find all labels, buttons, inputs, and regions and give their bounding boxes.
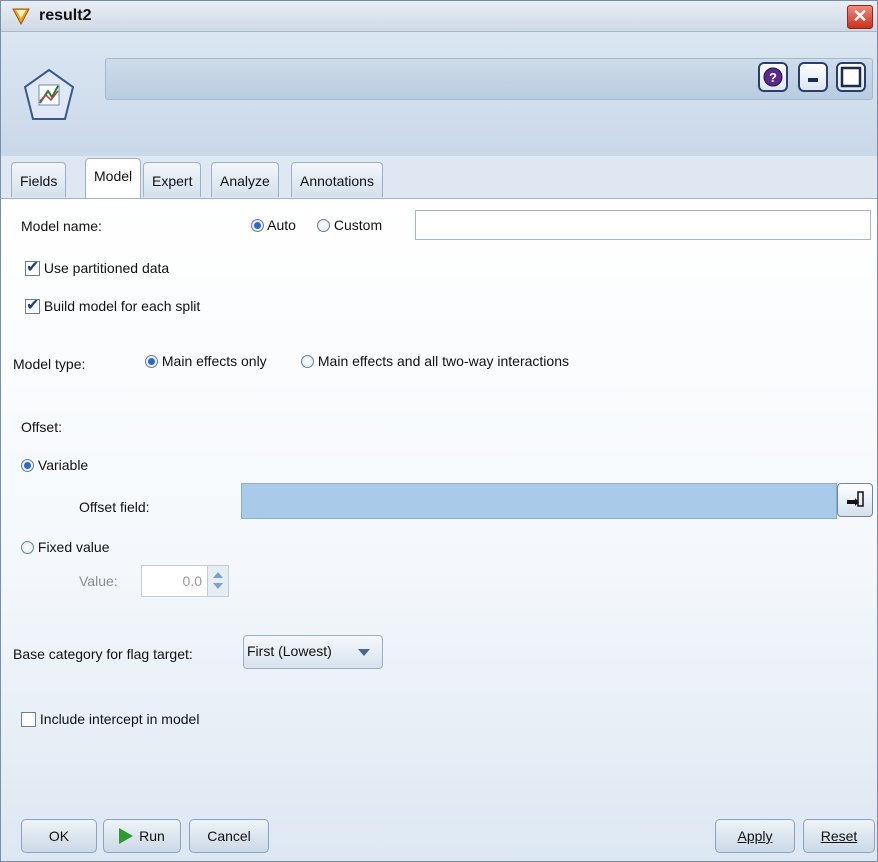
model-name-input[interactable] [415,210,871,240]
close-button[interactable]: ✕ [847,5,873,29]
include-intercept-checkbox[interactable]: Include intercept in model [21,711,199,727]
custom-label: Custom [333,217,383,233]
build-split-checkbox[interactable]: Build model for each split [25,295,201,314]
build-split-label: Build model for each split [43,298,201,314]
two-way-label: Main effects and all two-way interaction… [317,353,569,369]
chevron-down-icon [358,649,370,656]
main-effects-radio-indicator[interactable] [145,355,158,368]
cancel-button[interactable]: Cancel [189,819,269,853]
apply-button[interactable]: Apply [715,819,795,853]
close-icon: ✕ [852,6,868,26]
spinner-buttons[interactable] [207,566,228,596]
use-partitioned-label: Use partitioned data [43,260,170,276]
model-name-label: Model name: [21,218,102,234]
field-picker-button[interactable] [837,483,873,517]
model-type-label: Model type: [13,356,86,372]
auto-radio-indicator[interactable] [251,219,264,232]
main-effects-radio[interactable]: Main effects only [145,353,267,369]
help-icon: ? [763,67,783,87]
offset-label: Offset: [21,419,62,435]
minimize-icon [808,78,818,82]
fixed-value-radio[interactable]: Fixed value [21,539,109,555]
custom-radio-indicator[interactable] [317,219,330,232]
maximize-button[interactable] [836,62,866,92]
value-text: 0.0 [182,573,202,589]
auto-radio[interactable]: Auto [251,217,296,233]
include-intercept-check[interactable] [21,712,36,727]
reset-button[interactable]: Reset [803,819,875,853]
fixed-value-radio-indicator[interactable] [21,541,34,554]
base-category-label: Base category for flag target: [13,646,193,662]
auto-label: Auto [267,217,296,233]
app-icon [12,8,30,25]
play-icon [119,828,134,844]
dialog-window: result2 ✕ ? Fields Model Expert Analyze … [0,0,878,862]
maximize-icon [840,66,862,88]
tab-annotations[interactable]: Annotations [291,162,383,197]
variable-radio-indicator[interactable] [21,459,34,472]
spin-up-icon[interactable] [213,572,223,578]
window-title: result2 [39,7,92,24]
fixed-value-label: Fixed value [37,539,110,555]
base-category-value: First (Lowest) [247,643,332,659]
header-area: ? [1,32,877,156]
run-label: Run [139,828,165,844]
value-label: Value: [79,573,118,589]
use-partitioned-check[interactable] [25,257,40,276]
custom-radio[interactable]: Custom [317,217,382,233]
include-intercept-label: Include intercept in model [39,711,200,727]
variable-label: Variable [37,457,89,473]
offset-field-label: Offset field: [79,499,150,515]
help-button[interactable]: ? [758,62,788,92]
main-effects-label: Main effects only [161,353,267,369]
run-button[interactable]: Run [103,819,181,853]
svg-text:?: ? [769,70,777,85]
spin-down-icon[interactable] [213,583,223,589]
ok-button[interactable]: OK [21,819,97,853]
field-picker-icon [847,491,864,507]
tab-fields[interactable]: Fields [11,162,67,197]
minimize-button[interactable] [798,62,828,92]
value-spinner[interactable]: 0.0 [141,565,229,597]
node-icon [23,68,75,120]
tab-analyze[interactable]: Analyze [211,162,279,197]
use-partitioned-checkbox[interactable]: Use partitioned data [25,257,170,276]
model-panel: Model name: Auto Custom Use partitioned … [1,198,877,861]
tab-model[interactable]: Model [85,158,142,198]
build-split-check[interactable] [25,295,40,314]
title-bar[interactable]: result2 ✕ [1,1,877,32]
header-bar: ? [105,58,873,100]
offset-field-input[interactable] [241,483,837,519]
two-way-radio-indicator[interactable] [301,355,314,368]
tab-expert[interactable]: Expert [143,162,202,197]
two-way-radio[interactable]: Main effects and all two-way interaction… [301,353,569,369]
variable-radio[interactable]: Variable [21,457,88,473]
base-category-dropdown[interactable]: First (Lowest) [243,635,383,669]
